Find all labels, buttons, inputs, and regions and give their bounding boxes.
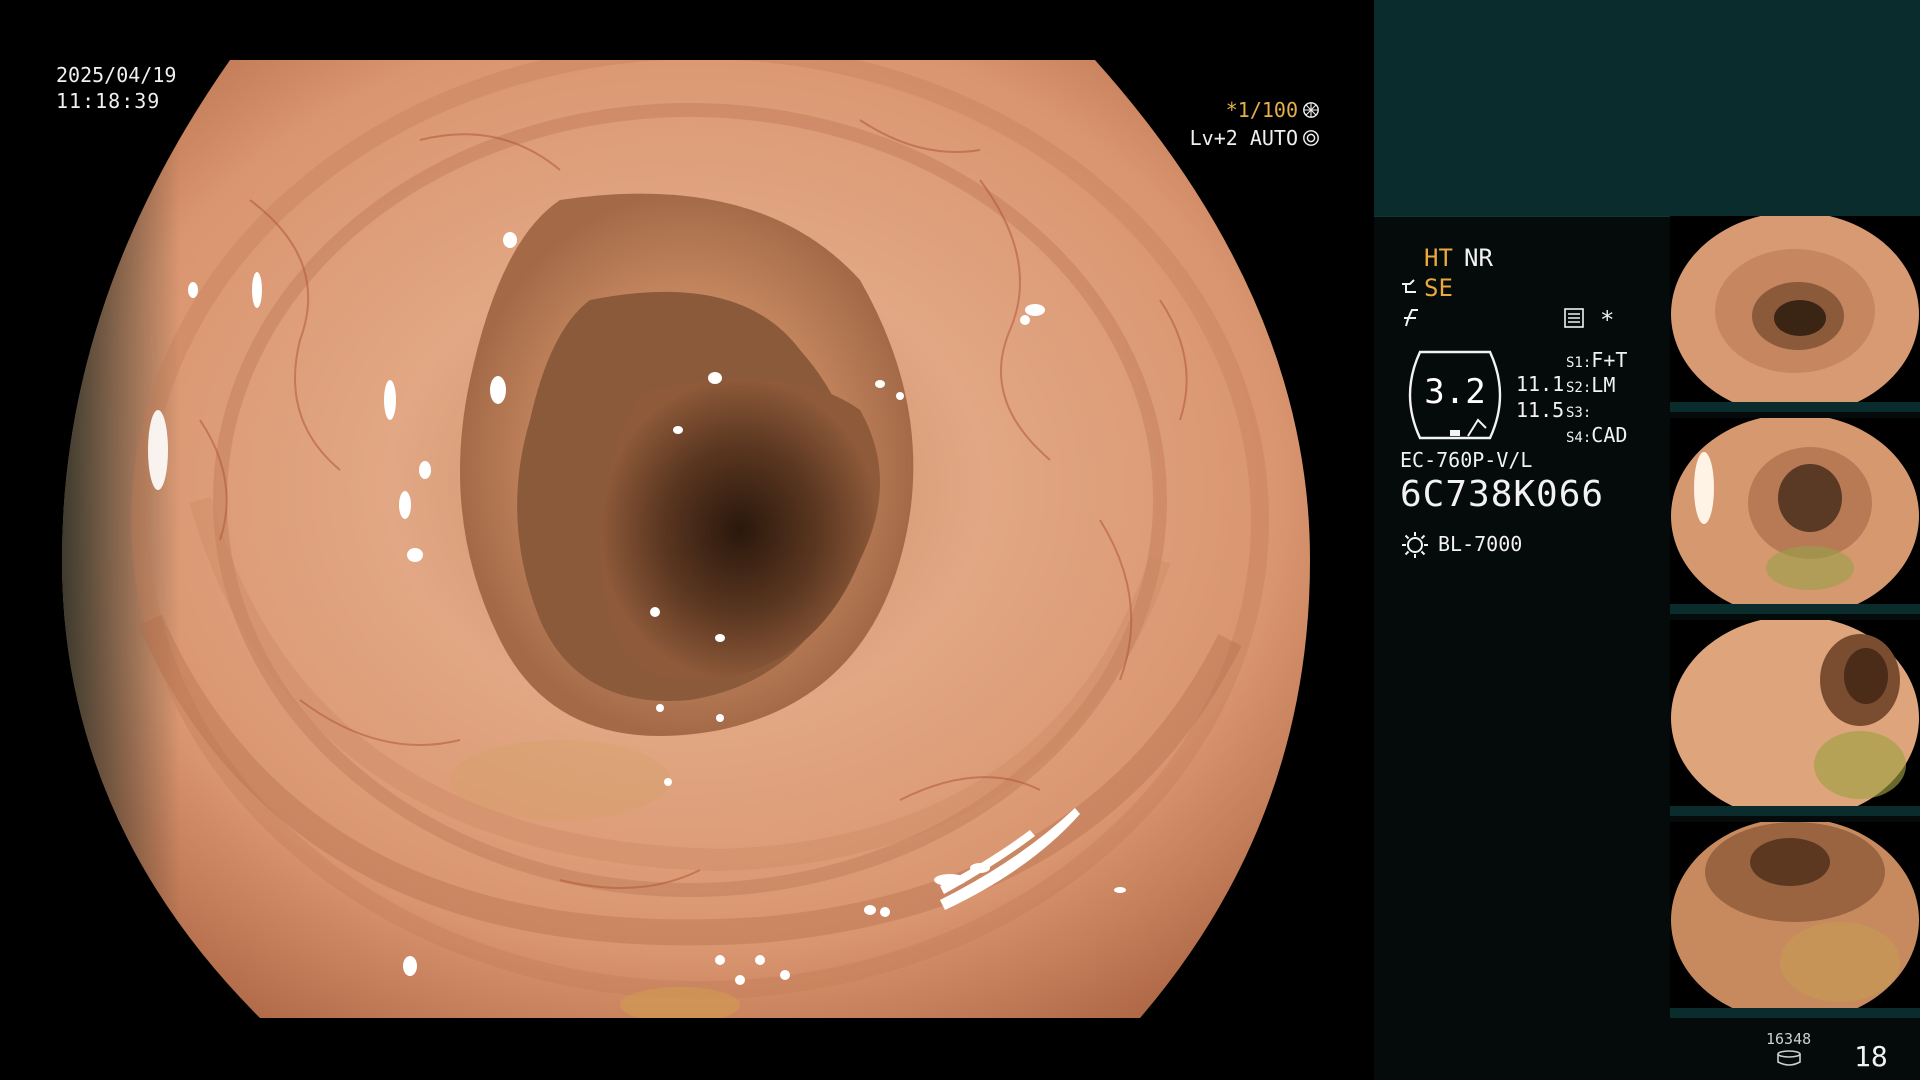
reading-1: 11.1 [1516,372,1565,396]
switch-value: F+T [1591,348,1628,372]
aperture-icon [1303,102,1319,118]
thumbnail-2[interactable] [1670,418,1920,614]
iris-mode-label: Lv+2 AUTO [1189,126,1298,150]
light-source-icon [1402,532,1428,558]
thumbnail-3[interactable] [1670,620,1920,816]
thumbnail-image [1670,216,1920,412]
endoscopic-image: 2025/04/19 11:18:39 *1/100 Lv+2 AUTO [0,0,1374,1080]
colon-lumen-image [62,60,1310,1018]
thumbnail-image [1670,620,1920,816]
time-display: 11:18:39 [56,89,161,113]
switch-value: LM [1591,373,1616,397]
scope-serial-number: 6C738K066 [1400,474,1605,515]
switch-s2: S2:LM [1566,373,1615,397]
auto-iris-icon [1303,130,1319,146]
capture-indicator: * [1600,306,1615,334]
storage-icon [1777,1050,1801,1066]
settings-list-icon [1564,308,1584,328]
thumbnail-image [1670,418,1920,614]
scope-model: EC-760P-V/L [1400,448,1533,472]
switch-s1: S1:F+T [1566,348,1627,372]
switch-key: S3: [1566,405,1592,421]
thumbnail-4[interactable] [1670,822,1920,1018]
switch-key: S4: [1566,430,1592,446]
panel-header-band [1374,0,1920,216]
zoom-value: 3.2 [1424,372,1486,412]
structure-enhance-icon [1402,279,1416,293]
image-counter-total: 16348 [1766,1030,1812,1048]
nr-indicator: NR [1464,244,1493,272]
info-panel: HT NR SE * 3.2 11.1 11.5 S1:F+T S2:LM S3… [1374,0,1920,1080]
se-indicator: SE [1424,274,1453,302]
iris-indicator: Lv+2 AUTO [1190,126,1320,150]
date-display: 2025/04/19 [56,63,177,87]
switch-s4: S4:CAD [1566,423,1627,447]
ht-indicator: HT [1424,244,1453,272]
switch-key: S1: [1566,355,1592,371]
freeze-icon [1404,309,1418,327]
switch-s3: S3: [1566,398,1591,422]
thumbnail-1[interactable] [1670,216,1920,412]
switch-value: CAD [1591,423,1628,447]
switch-key: S2: [1566,380,1592,396]
shutter-indicator: *1/100 [1226,98,1320,122]
shutter-speed-label: *1/100 [1225,98,1298,122]
capture-thumbnails [1670,216,1920,1020]
image-counter: 18 [1854,1040,1888,1073]
thumbnail-image [1670,822,1920,1018]
light-source-label: BL-7000 [1438,532,1523,556]
reading-2: 11.5 [1516,398,1565,422]
endoscopy-monitor: 2025/04/19 11:18:39 *1/100 Lv+2 AUTO HT … [0,0,1920,1080]
